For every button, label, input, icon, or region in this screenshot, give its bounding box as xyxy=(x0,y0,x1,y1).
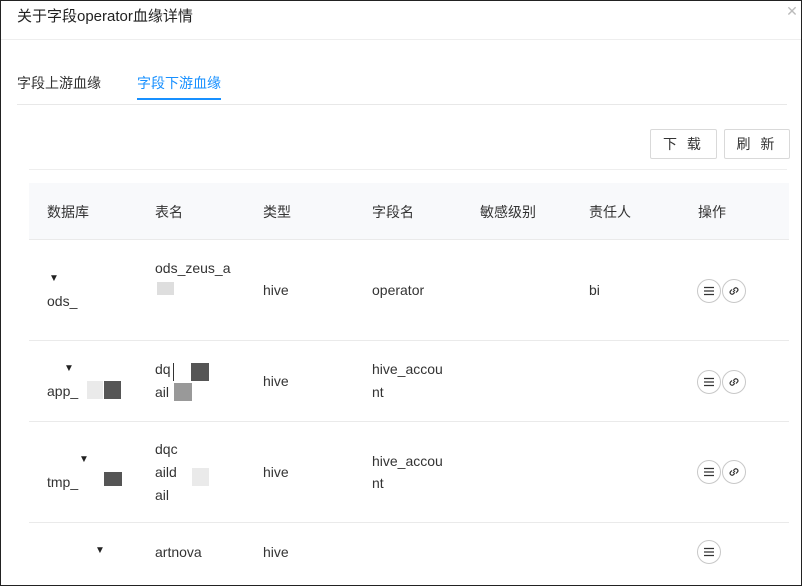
table-row: ▼ app_ dq ail hive hive_accou nt xyxy=(29,341,789,422)
column-header-database: 数据库 xyxy=(47,204,89,220)
field-name-cell-line2: nt xyxy=(372,384,384,400)
dialog-title: 关于字段operator血缘详情 xyxy=(17,8,193,25)
detail-icon[interactable] xyxy=(697,370,721,394)
table-name-cell-line2: aild xyxy=(155,464,177,480)
detail-icon[interactable] xyxy=(697,540,721,564)
lineage-dialog: 关于字段operator血缘详情 ✕ 字段上游血缘 字段下游血缘 下 载 刷 新… xyxy=(0,0,802,586)
detail-icon[interactable] xyxy=(697,460,721,484)
table-name-cell-line3: ail xyxy=(155,487,170,503)
text-cursor xyxy=(173,363,174,381)
column-header-actions: 操作 xyxy=(698,204,726,220)
table-header: 数据库 表名 类型 字段名 敏感级别 责任人 操作 xyxy=(29,183,789,240)
column-header-sensitivity: 敏感级别 xyxy=(480,204,536,220)
redacted-block xyxy=(174,383,192,401)
column-header-type: 类型 xyxy=(263,204,291,220)
redacted-block xyxy=(191,363,209,381)
field-name-cell-line2: nt xyxy=(372,475,384,491)
type-cell: hive xyxy=(263,464,289,480)
redacted-block xyxy=(192,468,209,486)
table-row: ▼ ods_ ods_zeus_a hive operator bi xyxy=(29,240,789,341)
redacted-block xyxy=(104,472,122,486)
redacted-block xyxy=(104,381,121,399)
column-header-field-name: 字段名 xyxy=(372,204,414,220)
type-cell: hive xyxy=(263,282,289,298)
redacted-block xyxy=(87,381,103,399)
toolbar-divider xyxy=(29,169,787,170)
table-name-cell-line2: ail xyxy=(155,384,170,400)
field-name-cell: hive_accou xyxy=(372,361,443,377)
table-name-cell: dqc xyxy=(155,441,178,457)
column-header-table-name: 表名 xyxy=(155,204,183,220)
tab-divider xyxy=(17,104,787,105)
redacted-block xyxy=(157,282,174,295)
header-divider xyxy=(1,39,801,40)
download-button[interactable]: 下 载 xyxy=(650,129,717,159)
owner-cell: bi xyxy=(589,282,600,298)
type-cell: hive xyxy=(263,544,289,560)
expand-caret-icon[interactable]: ▼ xyxy=(49,274,59,284)
expand-caret-icon[interactable]: ▼ xyxy=(95,546,105,556)
expand-caret-icon[interactable]: ▼ xyxy=(64,364,74,374)
tab-upstream-lineage[interactable]: 字段上游血缘 xyxy=(17,73,101,100)
close-icon[interactable]: ✕ xyxy=(785,4,799,18)
link-icon[interactable] xyxy=(722,460,746,484)
table-row: ▼ tmp_ dqc aild ail hive hive_accou nt xyxy=(29,422,789,523)
database-cell: tmp_ xyxy=(47,474,79,490)
database-cell: ods_ xyxy=(47,293,78,309)
column-header-owner: 责任人 xyxy=(589,204,631,220)
field-name-cell: hive_accou xyxy=(372,453,443,469)
detail-icon[interactable] xyxy=(697,279,721,303)
table-name-cell: ods_zeus_a xyxy=(155,260,231,276)
expand-caret-icon[interactable]: ▼ xyxy=(79,455,89,465)
type-cell: hive xyxy=(263,373,289,389)
refresh-button[interactable]: 刷 新 xyxy=(724,129,790,159)
table-name-cell: dq xyxy=(155,361,171,377)
database-cell: app_ xyxy=(47,383,79,399)
link-icon[interactable] xyxy=(722,279,746,303)
table-row: ▼ artnova hive xyxy=(29,523,789,585)
tab-downstream-lineage[interactable]: 字段下游血缘 xyxy=(137,73,221,100)
link-icon[interactable] xyxy=(722,370,746,394)
field-name-cell: operator xyxy=(372,282,425,298)
table-name-cell: artnova xyxy=(155,544,202,560)
